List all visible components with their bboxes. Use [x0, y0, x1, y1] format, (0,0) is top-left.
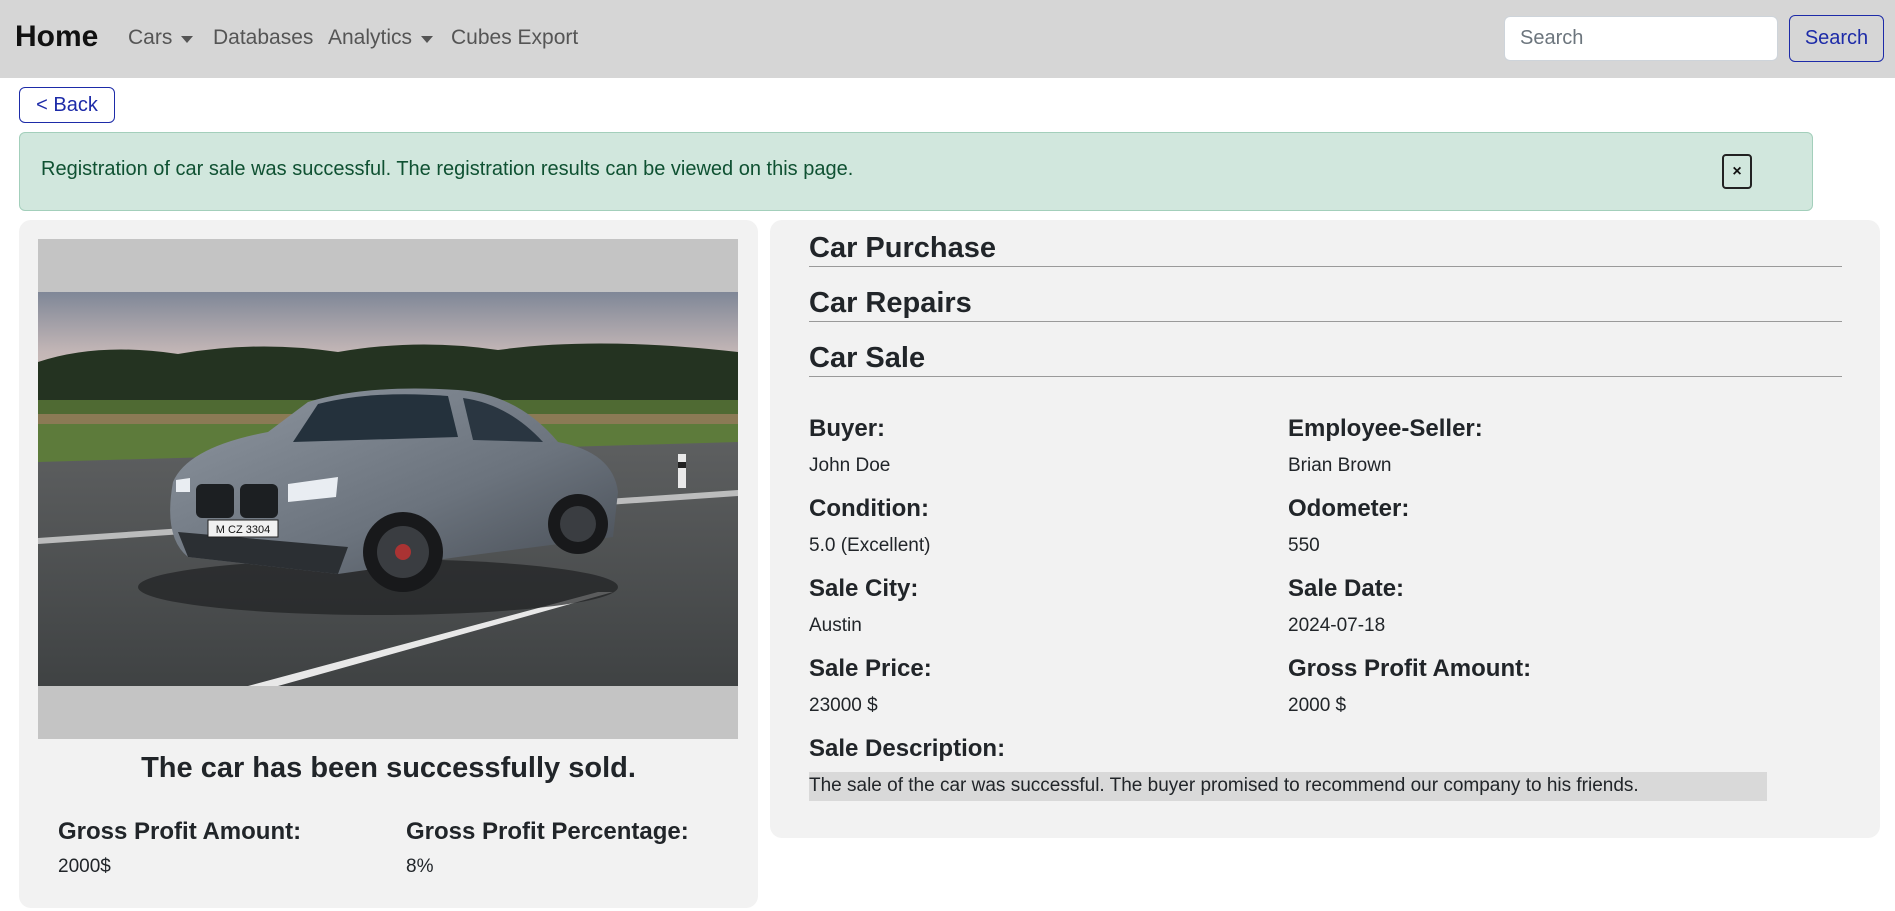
summary-gross-profit-amount-label: Gross Profit Amount:: [58, 818, 302, 845]
sale-date-value: 2024-07-18: [1288, 615, 1386, 636]
sale-date-label: Sale Date:: [1288, 575, 1405, 602]
nav-cubes-export-link[interactable]: Cubes Export: [451, 26, 578, 50]
employee-seller-label: Employee-Seller:: [1288, 415, 1483, 442]
section-car-repairs[interactable]: Car Repairs: [809, 275, 1842, 322]
buyer-value: John Doe: [809, 455, 891, 476]
sale-city-label: Sale City:: [809, 575, 919, 602]
navbar: Home Cars Databases Analytics Cubes Expo…: [0, 0, 1895, 78]
success-alert: Registration of car sale was successful.…: [19, 132, 1813, 211]
car-photo-frame: M CZ 3304: [38, 239, 738, 739]
sale-details-card: Car Purchase Car Repairs Car Sale Buyer:…: [770, 220, 1880, 838]
buyer-label: Buyer:: [809, 415, 886, 442]
nav-cubes-export-label: Cubes Export: [451, 26, 579, 49]
condition-value: 5.0 (Excellent): [809, 535, 931, 556]
alert-message: Registration of car sale was successful.…: [41, 158, 854, 180]
section-car-sale[interactable]: Car Sale: [809, 330, 1842, 377]
nav-databases-link[interactable]: Databases: [213, 26, 313, 50]
summary-gross-profit-percentage-value: 8%: [406, 856, 434, 877]
car-photo: M CZ 3304: [38, 292, 738, 686]
back-button[interactable]: < Back: [19, 87, 115, 123]
gross-profit-amount-value: 2000 $: [1288, 695, 1347, 716]
condition-label: Condition:: [809, 495, 929, 522]
summary-gross-profit-percentage-label: Gross Profit Percentage:: [406, 818, 689, 845]
sold-title: The car has been successfully sold.: [141, 752, 636, 784]
nav-analytics-label: Analytics: [328, 26, 413, 49]
nav-analytics-dropdown[interactable]: Analytics: [328, 26, 434, 50]
sale-price-value: 23000 $: [809, 695, 878, 716]
nav-cars-dropdown[interactable]: Cars: [128, 26, 194, 50]
search-button[interactable]: Search: [1789, 15, 1884, 62]
odometer-label: Odometer:: [1288, 495, 1410, 522]
nav-cars-label: Cars: [128, 26, 173, 49]
sale-price-label: Sale Price:: [809, 655, 932, 682]
sale-description-value: The sale of the car was successful. The …: [809, 772, 1767, 801]
chevron-down-icon: [181, 35, 194, 43]
nav-databases-label: Databases: [213, 26, 314, 49]
search-input[interactable]: [1504, 16, 1778, 61]
gross-profit-amount-label: Gross Profit Amount:: [1288, 655, 1532, 682]
sale-city-value: Austin: [809, 615, 862, 636]
employee-seller-value: Brian Brown: [1288, 455, 1392, 476]
section-car-purchase[interactable]: Car Purchase: [809, 220, 1842, 267]
sale-summary-card: M CZ 3304 The car has been successfully …: [19, 220, 758, 908]
summary-gross-profit-amount-value: 2000$: [58, 856, 111, 877]
chevron-down-icon: [421, 35, 434, 43]
odometer-value: 550: [1288, 535, 1320, 556]
brand-home-link[interactable]: Home: [15, 20, 98, 54]
sale-description-label: Sale Description:: [809, 735, 1006, 762]
license-plate: M CZ 3304: [216, 524, 270, 536]
alert-close-button[interactable]: ×: [1722, 154, 1752, 189]
